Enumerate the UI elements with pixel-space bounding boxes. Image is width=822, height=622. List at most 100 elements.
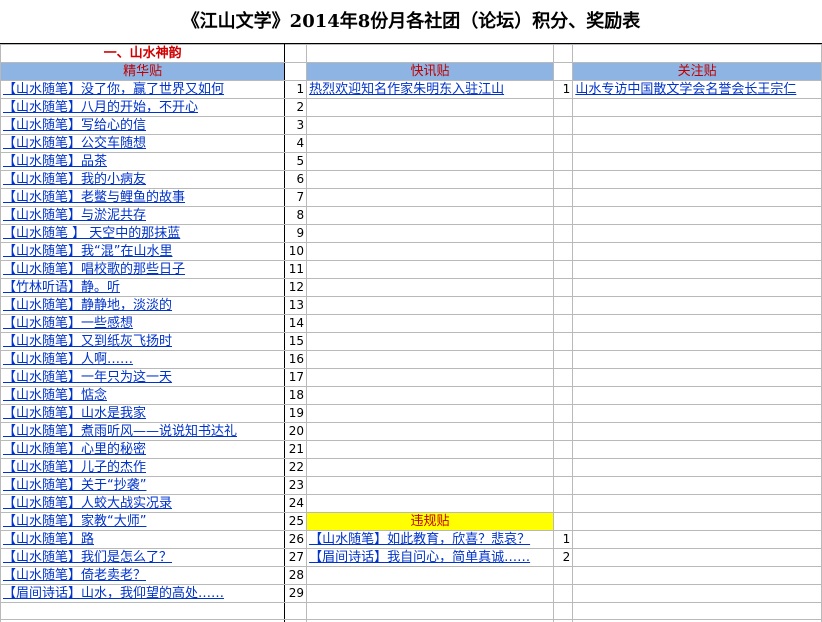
table-row: 【山水随笔】老鳖与鲤鱼的故事 7 [0,188,822,207]
jinghua-post-link[interactable]: 【山水随笔】家教“大师” [0,512,286,531]
empty-cell [572,512,822,531]
header-row: 精华贴 快讯贴 关注贴 [0,62,822,81]
jinghua-post-number: 28 [284,566,308,585]
jinghua-post-link[interactable]: 【山水随笔】山水是我家 [0,404,286,423]
empty-cell [552,116,574,135]
jinghua-post-number: 22 [284,458,308,477]
jinghua-post-link[interactable]: 【山水随笔】煮雨听风——说说知书达礼 [0,422,286,441]
jinghua-post-number: 29 [284,584,308,603]
guanzhu-post-link[interactable]: 山水专访中国散文学会名誉会长王宗仁 [572,80,822,99]
empty-cell [306,314,554,333]
empty-cell [572,350,822,369]
empty-cell [552,368,574,387]
jinghua-post-link[interactable]: 【山水随笔】写给心的信 [0,116,286,135]
header-guanzhu: 关注贴 [572,62,822,81]
table-row: 【山水随笔】山水是我家 19 [0,404,822,423]
jinghua-post-number: 9 [284,224,308,243]
empty-cell [552,62,574,81]
table-row: 【山水随笔】我“混”在山水里 10 [0,242,822,261]
jinghua-post-link[interactable]: 【山水随笔】老鳖与鲤鱼的故事 [0,188,286,207]
empty-cell [306,422,554,441]
weigui-post-link[interactable]: 【山水随笔】如此教育，欣喜？悲哀？ [306,530,554,549]
jinghua-post-link[interactable]: 【山水随笔】品茶 [0,152,286,171]
empty-cell [572,278,822,297]
table-row: 【山水随笔】心里的秘密 21 [0,440,822,459]
jinghua-post-link[interactable]: 【山水随笔】与淤泥共存 [0,206,286,225]
jinghua-post-link[interactable]: 【山水随笔】八月的开始，不开心 [0,98,286,117]
empty-cell [572,422,822,441]
empty-cell [572,116,822,135]
jinghua-post-number: 3 [284,116,308,135]
empty-cell [572,242,822,261]
empty-cell [552,188,574,207]
section-title: 一、山水神韵 [0,44,286,63]
empty-cell [552,296,574,315]
jinghua-post-number: 17 [284,368,308,387]
header-weigui: 违规贴 [306,512,554,531]
jinghua-post-link[interactable]: 【山水随笔 】 天空中的那抹蓝 [0,224,286,243]
jinghua-post-number: 15 [284,332,308,351]
empty-cell [0,602,286,620]
jinghua-post-link[interactable]: 【山水随笔】一年只为这一天 [0,368,286,387]
empty-cell [306,494,554,513]
table-row: 【山水随笔】儿子的杰作 22 [0,458,822,477]
table-row: 【山水随笔】静静地，淡淡的 13 [0,296,822,315]
empty-cell [306,152,554,171]
empty-cell [552,206,574,225]
jinghua-post-link[interactable]: 【山水随笔】心里的秘密 [0,440,286,459]
jinghua-post-link[interactable]: 【山水随笔】我“混”在山水里 [0,242,286,261]
jinghua-post-link[interactable]: 【山水随笔】一些感想 [0,314,286,333]
table-row: 【山水随笔】与淤泥共存 8 [0,206,822,225]
jinghua-post-link[interactable]: 【山水随笔】没了你，赢了世界又如何 [0,80,286,99]
empty-cell [552,422,574,441]
jinghua-post-link[interactable]: 【山水随笔】惦念 [0,386,286,405]
jinghua-post-link[interactable]: 【山水随笔】又到纸灰飞扬时 [0,332,286,351]
weigui-post-link[interactable]: 【眉间诗话】我自问心，简单真诚…… [306,548,554,567]
jinghua-post-number: 19 [284,404,308,423]
weigui-post-number: 1 [552,530,574,549]
jinghua-post-link[interactable]: 【山水随笔】关于“抄袭” [0,476,286,495]
empty-cell [572,134,822,153]
empty-cell [572,170,822,189]
empty-cell [306,116,554,135]
empty-cell [572,404,822,423]
table-row: 【山水随笔】一年只为这一天 17 [0,368,822,387]
jinghua-post-link[interactable]: 【山水随笔】公交车随想 [0,134,286,153]
empty-cell [572,152,822,171]
jinghua-post-link[interactable]: 【山水随笔】我的小病友 [0,170,286,189]
jinghua-post-number: 10 [284,242,308,261]
jinghua-post-number: 26 [284,530,308,549]
jinghua-post-link[interactable]: 【山水随笔】我们是怎么了？ [0,548,286,567]
jinghua-post-number: 23 [284,476,308,495]
jinghua-post-link[interactable]: 【山水随笔】倚老卖老？ [0,566,286,585]
jinghua-post-link[interactable]: 【山水随笔】儿子的杰作 [0,458,286,477]
jinghua-post-number: 20 [284,422,308,441]
empty-cell [552,170,574,189]
empty-cell [306,584,554,603]
jinghua-post-link[interactable]: 【竹林听语】静。听 [0,278,286,297]
empty-cell [572,188,822,207]
empty-cell [552,458,574,477]
jinghua-post-link[interactable]: 【山水随笔】人蛟大战实况录 [0,494,286,513]
table-row: 【山水随笔】又到纸灰飞扬时 15 [0,332,822,351]
empty-cell [306,350,554,369]
jinghua-post-link[interactable]: 【眉间诗话】山水，我仰望的高处…… [0,584,286,603]
jinghua-post-link[interactable]: 【山水随笔】路 [0,530,286,549]
empty-cell [306,332,554,351]
jinghua-post-number: 12 [284,278,308,297]
jinghua-post-link[interactable]: 【山水随笔】静静地，淡淡的 [0,296,286,315]
empty-cell [552,440,574,459]
empty-cell [306,602,554,620]
empty-cell [572,206,822,225]
jinghua-post-number: 1 [284,80,308,99]
table-row: 【山水随笔】路 26 【山水随笔】如此教育，欣喜？悲哀？ 1 [0,530,822,549]
jinghua-post-number: 6 [284,170,308,189]
empty-cell [306,98,554,117]
jinghua-post-link[interactable]: 【山水随笔】人啊…… [0,350,286,369]
empty-cell [552,224,574,243]
empty-cell [552,476,574,495]
empty-cell [572,368,822,387]
kuaixun-post-link[interactable]: 热烈欢迎知名作家朱明东入驻江山 [306,80,554,99]
jinghua-post-link[interactable]: 【山水随笔】唱校歌的那些日子 [0,260,286,279]
jinghua-post-number: 7 [284,188,308,207]
